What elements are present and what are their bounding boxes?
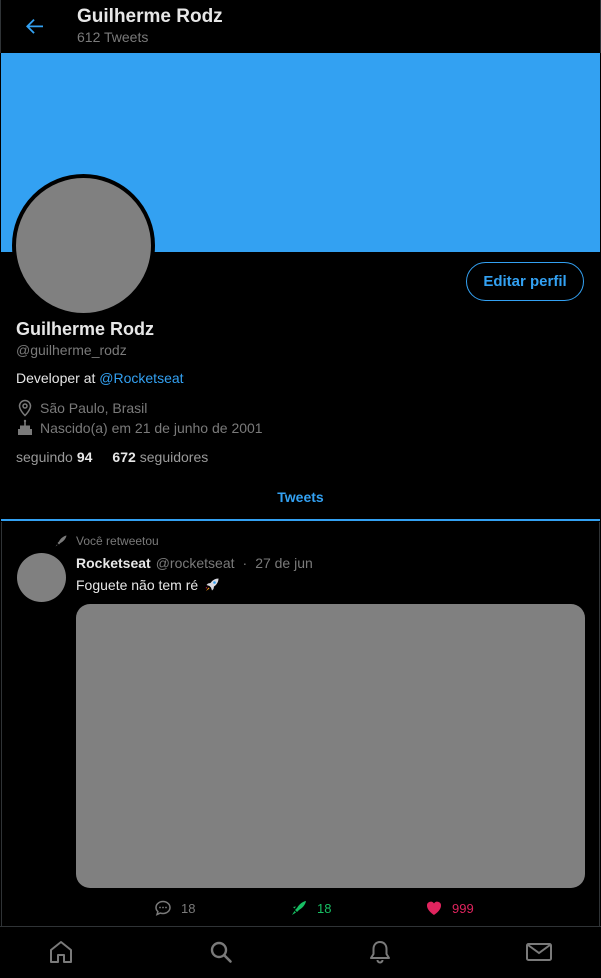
profile-name: Guilherme Rodz [16, 319, 155, 339]
bottom-nav [0, 926, 601, 978]
location-row: São Paulo, Brasil [16, 399, 147, 417]
following-link[interactable]: seguindo 94 [16, 449, 92, 465]
tweet-body: Foguete não tem ré [76, 577, 199, 593]
top-header: Guilherme Rodz 612 Tweets [0, 0, 601, 53]
followers-count: 672 [112, 449, 136, 465]
reply-button[interactable]: 18 [153, 898, 195, 918]
tab-tweets[interactable]: Tweets [1, 489, 600, 505]
tweet-separator: · [242, 555, 248, 571]
like-count: 999 [452, 900, 474, 916]
tweet-feed: Você retweetou Rocketseat @rocketseat · … [1, 522, 600, 926]
tweet-date[interactable]: 27 de jun [255, 555, 313, 571]
profile-avatar[interactable] [12, 174, 155, 317]
comment-icon [153, 898, 173, 918]
profile-handle: @guilherme_rodz [16, 342, 127, 358]
retweet-count: 18 [317, 900, 332, 916]
retweet-note-text: Você retweetou [76, 534, 159, 548]
location-text: São Paulo, Brasil [40, 400, 148, 416]
following-count: 94 [76, 449, 93, 465]
edit-profile-button[interactable]: Editar perfil [466, 262, 584, 301]
bell-icon [370, 941, 390, 964]
reply-count: 18 [181, 900, 196, 916]
follow-stats: seguindo 94 672 seguidores [16, 449, 228, 465]
arrow-left-icon [26, 19, 43, 34]
rocket-icon [204, 577, 220, 593]
location-pin-icon [16, 399, 34, 417]
retweet-icon [54, 534, 68, 548]
followers-label: seguidores [139, 449, 209, 465]
tweet-text: Foguete não tem ré [76, 577, 220, 593]
nav-messages[interactable] [524, 937, 554, 967]
back-button[interactable] [21, 12, 49, 40]
tweet-author[interactable]: Rocketseat [76, 555, 151, 571]
profile-tabs: Tweets [1, 480, 600, 521]
like-button[interactable]: 999 [424, 898, 474, 918]
home-icon [50, 941, 72, 963]
search-icon [210, 941, 232, 963]
retweet-button[interactable]: 18 [289, 898, 331, 918]
followers-link[interactable]: 672 seguidores [112, 449, 208, 465]
mail-icon [526, 943, 552, 961]
birth-row: Nascido(a) em 21 de junho de 2001 [16, 419, 263, 437]
cake-icon [16, 419, 34, 437]
profile-bio: Developer at @Rocketseat [16, 370, 184, 386]
following-label: seguindo [16, 449, 73, 465]
bio-text: Developer at [16, 370, 100, 386]
nav-home[interactable] [46, 937, 76, 967]
tweet-handle[interactable]: @rocketseat [156, 555, 235, 571]
tweet-header: Rocketseat @rocketseat · 27 de jun [76, 555, 313, 571]
tweet-count: 612 Tweets [77, 29, 149, 45]
nav-notifications[interactable] [365, 937, 395, 967]
heart-icon [424, 898, 444, 918]
nav-search[interactable] [206, 937, 236, 967]
tweet-media[interactable] [76, 604, 585, 888]
bio-link[interactable]: @Rocketseat [99, 370, 183, 386]
birth-text: Nascido(a) em 21 de junho de 2001 [40, 420, 263, 436]
tweet-actions: 18 18 999 [2, 898, 601, 920]
retweet-rocket-icon [289, 898, 309, 918]
tweet-avatar[interactable] [17, 553, 66, 602]
retweet-note: Você retweetou [54, 534, 159, 548]
header-title: Guilherme Rodz [77, 6, 223, 27]
